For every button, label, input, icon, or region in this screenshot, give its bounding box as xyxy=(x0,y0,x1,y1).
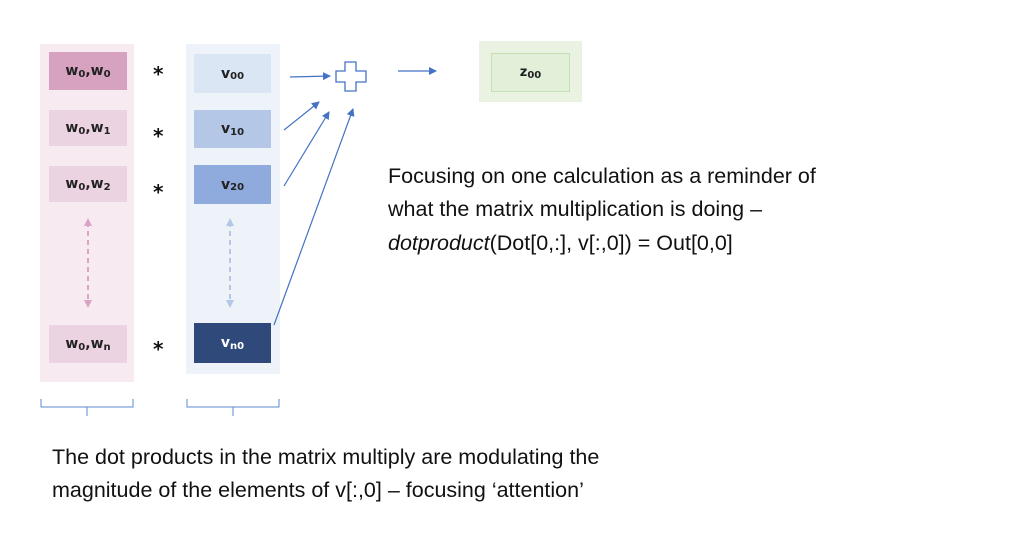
caption-line-1: The dot products in the matrix multiply … xyxy=(52,445,600,469)
connector-v20-to-plus xyxy=(283,111,330,187)
annotation-line-3-rest: (Dot[0,:], v[:,0]) = Out[0,0] xyxy=(489,231,733,255)
annotation-line-1: Focusing on one calculation as a reminde… xyxy=(388,164,816,188)
annotation-line-2: what the matrix multiplication is doing … xyxy=(388,197,763,221)
connector-v00-to-plus xyxy=(289,72,331,81)
w-column-bracket xyxy=(40,399,134,416)
connector-v10-to-plus xyxy=(283,101,320,131)
connector-vn0-to-plus xyxy=(273,108,355,326)
v-column-bracket xyxy=(186,399,280,416)
annotation-line-3-italic: dotproduct xyxy=(388,231,490,255)
plus-icon xyxy=(335,61,367,92)
caption-line-2: magnitude of the elements of v[:,0] – fo… xyxy=(52,478,584,502)
annotation-line-3: dotproduct(Dot[0,:], v[:,0]) = Out[0,0] xyxy=(388,227,733,260)
